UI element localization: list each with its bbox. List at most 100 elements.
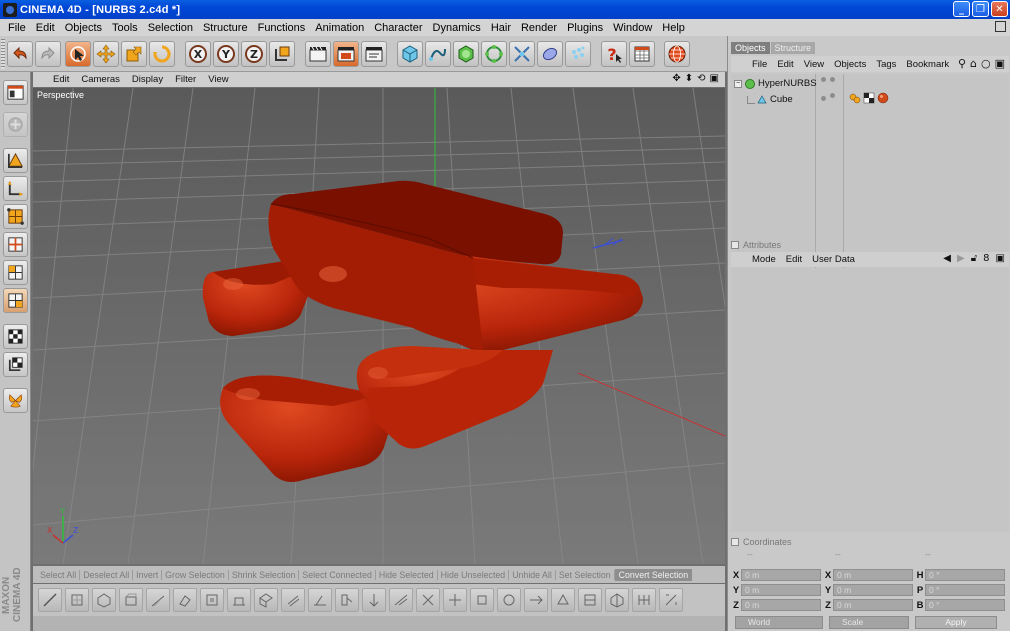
cmd-select-all[interactable]: Select All — [37, 569, 81, 580]
z-axis-icon[interactable]: Z — [241, 41, 267, 67]
triangulate-icon[interactable] — [632, 588, 656, 612]
attributes-collapse-checkbox[interactable] — [731, 241, 739, 249]
viewport-menu-cameras[interactable]: Cameras — [75, 74, 126, 85]
rot-b-field[interactable]: 0 ° — [925, 599, 1005, 611]
pos-y-field[interactable]: 0 m — [741, 584, 821, 596]
apply-button[interactable]: Apply — [915, 616, 997, 629]
menu-tools[interactable]: Tools — [107, 22, 143, 34]
magnet-icon[interactable] — [308, 588, 332, 612]
menu-objects[interactable]: Objects — [60, 22, 107, 34]
edges-mode-icon[interactable] — [3, 232, 28, 257]
menu-help[interactable]: Help — [657, 22, 690, 34]
undo-icon[interactable] — [7, 41, 33, 67]
extrude-inner-icon[interactable] — [92, 588, 116, 612]
minimize-button[interactable]: _ — [953, 1, 970, 17]
extrude-icon[interactable] — [65, 588, 89, 612]
iron-icon[interactable] — [281, 588, 305, 612]
environment-icon[interactable] — [537, 41, 563, 67]
objects-menu-view[interactable]: View — [799, 59, 829, 70]
bevel-icon[interactable] — [119, 588, 143, 612]
subdivide-icon[interactable] — [605, 588, 629, 612]
cmd-invert[interactable]: Invert — [133, 569, 163, 580]
expand-toggle-icon[interactable]: − — [734, 79, 742, 88]
polygons-mode-icon[interactable] — [3, 260, 28, 285]
size-z-field[interactable]: 0 m — [833, 599, 913, 611]
lock-icon[interactable]: 🔓︎ — [971, 253, 977, 264]
make-editable-icon[interactable] — [3, 112, 28, 137]
toolbar-grip[interactable] — [1, 39, 5, 69]
pos-z-field[interactable]: 0 m — [741, 599, 821, 611]
slide-icon[interactable] — [389, 588, 413, 612]
cmd-shrink-selection[interactable]: Shrink Selection — [229, 569, 300, 580]
layout-icon[interactable] — [3, 80, 28, 105]
close-button[interactable]: ✕ — [991, 1, 1008, 17]
object-name[interactable]: Cube — [770, 94, 793, 105]
search-icon[interactable]: ⚲ — [958, 58, 966, 69]
normal-move-icon[interactable] — [497, 588, 521, 612]
viewport-maximize-icon[interactable]: ▣ — [710, 73, 719, 84]
coordinate-mode-select[interactable]: World — [735, 616, 823, 629]
attributes-menu-mode[interactable]: Mode — [747, 254, 781, 265]
y-axis-icon[interactable]: Y — [213, 41, 239, 67]
size-x-field[interactable]: 0 m — [833, 569, 913, 581]
cmd-hide-unselected[interactable]: Hide Unselected — [438, 569, 510, 580]
brush-icon[interactable] — [173, 588, 197, 612]
viewport-menu-display[interactable]: Display — [126, 74, 169, 85]
set-point-value-icon[interactable] — [362, 588, 386, 612]
world-coordinates-icon[interactable] — [269, 41, 295, 67]
link-icon[interactable]: 8 — [983, 253, 989, 264]
render-view-icon[interactable] — [305, 41, 331, 67]
texture-mode-icon[interactable] — [3, 324, 28, 349]
menu-structure[interactable]: Structure — [198, 22, 253, 34]
collapse-icon[interactable]: ○ — [981, 58, 991, 69]
model-tool-icon[interactable] — [3, 148, 28, 173]
live-selection-icon[interactable] — [65, 41, 91, 67]
viewport-menu-filter[interactable]: Filter — [169, 74, 202, 85]
objects-menu-file[interactable]: File — [747, 59, 772, 70]
normal-rotate-icon[interactable] — [551, 588, 575, 612]
visibility-dots[interactable] — [821, 93, 835, 104]
object-tags[interactable] — [849, 92, 889, 107]
cmd-hide-selected[interactable]: Hide Selected — [376, 569, 438, 580]
new-window-icon[interactable]: ▣ — [996, 253, 1005, 264]
create-polygon-icon[interactable] — [227, 588, 251, 612]
menu-window[interactable]: Window — [608, 22, 657, 34]
new-window-icon[interactable]: ▣ — [995, 58, 1005, 69]
cmd-deselect-all[interactable]: Deselect All — [80, 569, 134, 580]
menu-animation[interactable]: Animation — [310, 22, 369, 34]
spline-pen-icon[interactable] — [425, 41, 451, 67]
weld-icon[interactable] — [254, 588, 278, 612]
layout-restore-icon[interactable] — [995, 21, 1006, 32]
camera-icon[interactable] — [565, 41, 591, 67]
back-arrow-icon[interactable]: ◀ — [943, 253, 951, 264]
menu-edit[interactable]: Edit — [31, 22, 60, 34]
animation-mode-icon[interactable] — [3, 388, 28, 413]
x-axis-icon[interactable]: X — [185, 41, 211, 67]
rot-p-field[interactable]: 0 ° — [925, 584, 1005, 596]
scale-icon[interactable] — [121, 41, 147, 67]
help-icon[interactable]: ? — [601, 41, 627, 67]
close-hole-icon[interactable] — [200, 588, 224, 612]
objects-menu-objects[interactable]: Objects — [829, 59, 871, 70]
rot-h-field[interactable]: 0 ° — [925, 569, 1005, 581]
phong-tag-icon[interactable] — [849, 92, 861, 107]
object-axis-icon[interactable] — [3, 176, 28, 201]
attributes-menu-edit[interactable]: Edit — [781, 254, 807, 265]
untriangulate-icon[interactable] — [659, 588, 683, 612]
attributes-menu-user-data[interactable]: User Data — [807, 254, 860, 265]
material-tag-icon[interactable] — [877, 92, 889, 107]
render-picture-viewer-icon[interactable] — [333, 41, 359, 67]
move-icon[interactable] — [93, 41, 119, 67]
rotate-icon[interactable] — [149, 41, 175, 67]
stitch-icon[interactable] — [443, 588, 467, 612]
object-row-hypernurbs[interactable]: − HyperNURBS — [731, 76, 1009, 91]
tab-objects[interactable]: Objects — [731, 42, 770, 54]
redo-icon[interactable] — [35, 41, 61, 67]
tab-structure[interactable]: Structure — [770, 42, 816, 54]
uv-polygons-icon[interactable] — [3, 288, 28, 313]
mirror-icon[interactable] — [335, 588, 359, 612]
cmd-set-selection[interactable]: Set Selection — [556, 569, 615, 580]
normal-scale-icon[interactable] — [524, 588, 548, 612]
menu-selection[interactable]: Selection — [143, 22, 198, 34]
cmd-convert-selection[interactable]: Convert Selection — [614, 568, 693, 581]
